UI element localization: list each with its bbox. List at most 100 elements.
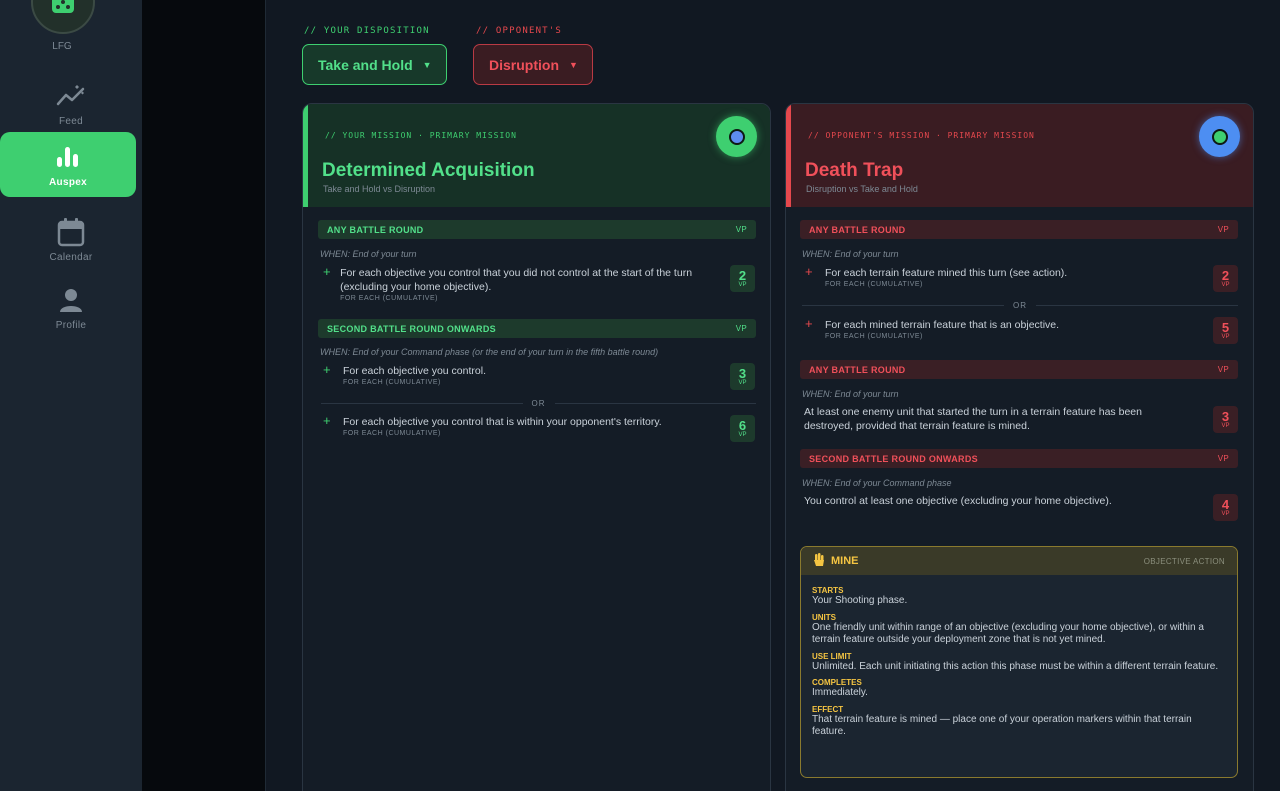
your-mission-toggle[interactable] [716, 116, 757, 157]
calendar-icon [55, 216, 87, 248]
nav-label-calendar: Calendar [49, 251, 93, 263]
field-value: Immediately. [812, 687, 868, 698]
opponent-mission-toggle[interactable] [1199, 116, 1240, 157]
profile-icon [55, 284, 87, 316]
vp-unit: VP [1221, 510, 1230, 517]
scoring-sub: FOR EACH (CUMULATIVE) [343, 379, 441, 386]
trending-up-icon [55, 80, 87, 112]
field-label: STARTS [812, 586, 844, 595]
bar-chart-icon [52, 141, 84, 173]
section-header-label: ANY BATTLE ROUND [327, 224, 424, 235]
vp-unit: VP [738, 379, 747, 386]
section-header: SECOND BATTLE ROUND ONWARDS VP [800, 449, 1238, 468]
section-header-label: ANY BATTLE ROUND [809, 224, 906, 235]
when-text: WHEN: End of your turn [320, 249, 417, 259]
opponent-mission-title: Death Trap [805, 160, 904, 181]
sidebar-nav: LFG Feed Auspex Calendar Profile [0, 0, 142, 791]
vp-unit: VP [738, 281, 747, 288]
vp-unit: VP [1221, 281, 1230, 288]
toggle-dot [728, 128, 745, 145]
plus-icon: + [323, 362, 331, 377]
nav-label-lfg[interactable]: LFG [0, 41, 124, 52]
vp-badge: 2 VP [730, 265, 755, 292]
mine-action-title: MINE [813, 552, 859, 570]
opponent-mission-header: // OPPONENT'S MISSION · PRIMARY MISSION … [786, 104, 1253, 207]
scoring-text: For each terrain feature mined this turn… [825, 267, 1068, 279]
mine-title-text: MINE [831, 555, 859, 567]
vp-badge: 5 VP [1213, 317, 1238, 344]
your-mission-subtitle: Take and Hold vs Disruption [323, 184, 436, 194]
section-vp-label: VP [1217, 454, 1229, 463]
opponent-mission-subtitle: Disruption vs Take and Hold [806, 184, 918, 194]
vp-points: 4 [1221, 496, 1230, 512]
plus-icon: + [323, 413, 331, 428]
section-vp-label: VP [1217, 365, 1229, 374]
section-header-label: SECOND BATTLE ROUND ONWARDS [327, 323, 496, 334]
vp-badge: 6 VP [730, 415, 755, 442]
scoring-row: + For each mined terrain feature that is… [805, 316, 1205, 340]
your-disposition-label: // YOUR DISPOSITION [304, 26, 430, 36]
or-label: OR [1013, 301, 1027, 310]
plus-icon: + [805, 316, 813, 331]
nav-item-calendar[interactable]: Calendar [0, 207, 142, 271]
field-value: Your Shooting phase. [812, 595, 908, 606]
toggle-dot [1211, 128, 1228, 145]
scoring-sub: FOR EACH (CUMULATIVE) [340, 295, 438, 302]
opponent-disposition-select[interactable]: Disruption ▼ [473, 44, 593, 85]
or-label: OR [531, 399, 546, 408]
your-disposition-value: Take and Hold [318, 56, 413, 73]
scoring-text: For each objective you control. [343, 365, 486, 377]
scoring-row: + For each objective you control that is… [323, 413, 723, 437]
when-text: WHEN: End of your Command phase [802, 478, 952, 488]
opponent-mission-kicker: // OPPONENT'S MISSION · PRIMARY MISSION [808, 131, 1035, 140]
when-text: WHEN: End of your turn [802, 389, 899, 399]
section-header: ANY BATTLE ROUND VP [800, 360, 1238, 379]
section-header: ANY BATTLE ROUND VP [318, 220, 756, 239]
or-divider: OR [321, 399, 756, 408]
dark-gutter [142, 0, 266, 791]
scoring-row: + For each objective you control. FOR EA… [323, 362, 723, 386]
your-disposition-select[interactable]: Take and Hold ▼ [302, 44, 447, 85]
field-label: UNITS [812, 612, 836, 622]
vp-unit: VP [1221, 333, 1230, 340]
section-vp-label: VP [1217, 225, 1229, 234]
vp-points: 6 [738, 417, 747, 433]
mine-action-card: MINE OBJECTIVE ACTION STARTS Your Shooti… [800, 546, 1238, 778]
field-value: That terrain feature is mined — place on… [812, 713, 1192, 738]
plus-icon: + [805, 264, 813, 279]
section-vp-label: VP [735, 324, 747, 333]
section-header-label: ANY BATTLE ROUND [809, 364, 906, 375]
section-header: ANY BATTLE ROUND VP [800, 220, 1238, 239]
scoring-sub: FOR EACH (CUMULATIVE) [825, 281, 923, 288]
hand-icon [813, 552, 825, 570]
your-mission-card: // YOUR MISSION · PRIMARY MISSION Determ… [302, 103, 771, 791]
or-divider: OR [802, 301, 1238, 310]
nav-item-auspex[interactable]: Auspex [0, 132, 136, 197]
vp-badge: 3 VP [1213, 406, 1238, 433]
scoring-row: + For each objective you control that yo… [323, 265, 723, 302]
scoring-text: At least one enemy unit that started the… [804, 406, 1142, 432]
field-value: Unlimited. Each unit initiating this act… [812, 660, 1219, 672]
nav-label-profile: Profile [55, 319, 87, 331]
opponent-disposition-label: // OPPONENT'S [476, 26, 563, 36]
nav-item-profile[interactable]: Profile [0, 275, 142, 339]
your-mission-kicker: // YOUR MISSION · PRIMARY MISSION [325, 131, 517, 140]
scoring-text: You control at least one objective (excl… [804, 495, 1112, 507]
vp-badge: 3 VP [730, 363, 755, 390]
scoring-sub: FOR EACH (CUMULATIVE) [825, 333, 923, 340]
vp-points: 3 [738, 365, 747, 381]
app-root: LFG Feed Auspex Calendar Profile // YOUR… [0, 0, 1280, 791]
section-header-label: SECOND BATTLE ROUND ONWARDS [809, 453, 978, 464]
scoring-text: For each objective you control that is w… [343, 416, 662, 428]
scoring-sub: FOR EACH (CUMULATIVE) [343, 430, 441, 437]
lfg-dice-icon[interactable] [31, 0, 95, 34]
scoring-text: For each mined terrain feature that is a… [825, 319, 1060, 331]
vp-unit: VP [1221, 422, 1230, 429]
your-mission-title: Determined Acquisition [322, 160, 535, 181]
your-mission-header: // YOUR MISSION · PRIMARY MISSION Determ… [303, 104, 770, 207]
scoring-row: + For each terrain feature mined this tu… [805, 264, 1205, 288]
vp-points: 5 [1221, 319, 1230, 335]
nav-item-feed[interactable]: Feed [0, 71, 142, 135]
when-text: WHEN: End of your Command phase (or the … [320, 347, 659, 357]
field-label: COMPLETES [812, 678, 862, 687]
